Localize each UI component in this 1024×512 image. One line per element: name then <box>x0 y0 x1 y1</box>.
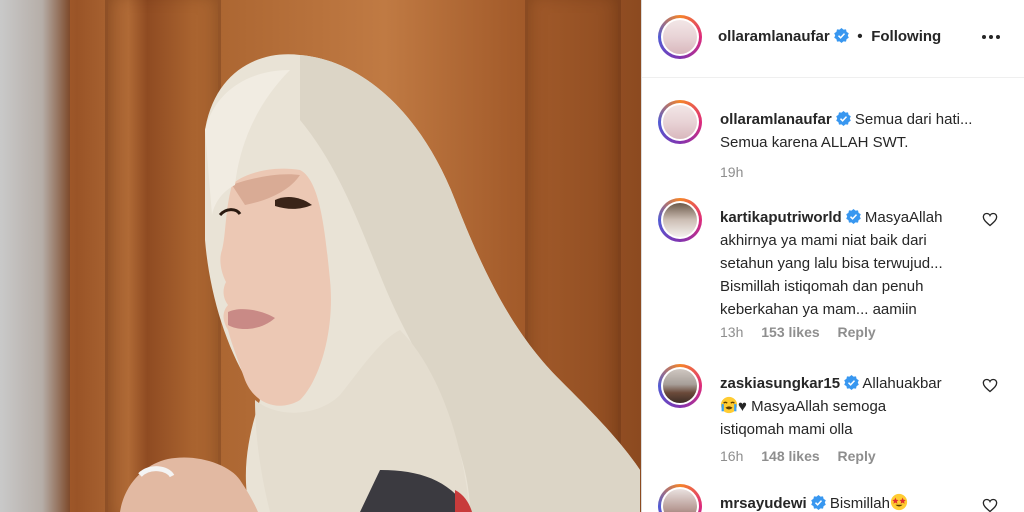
comment-line: MasyaAllah semoga <box>751 398 887 415</box>
post-header: ollaramlanaufar • Following <box>642 0 1024 78</box>
heart-outline-icon[interactable] <box>982 212 998 227</box>
comment-time[interactable]: 16h <box>720 448 743 464</box>
verified-badge-icon <box>833 28 849 43</box>
avatar[interactable] <box>658 484 702 512</box>
comment-line: Bismillah <box>829 495 890 512</box>
reply-button[interactable]: Reply <box>838 324 876 340</box>
comment-text: mrsayudewi Bismillah <box>720 492 982 512</box>
loudly-crying-face-emoji <box>720 396 738 414</box>
comment-line: akhirnya ya mami niat baik dari <box>720 232 927 249</box>
caption-meta: 19h <box>720 164 757 180</box>
caption: ollaramlanaufar Semua dari hati... Semua… <box>642 100 1024 190</box>
comment-username[interactable]: mrsayudewi <box>720 495 807 512</box>
comment-line: istiqomah mami olla <box>720 421 853 438</box>
comment-likes[interactable]: 153 likes <box>761 324 819 340</box>
caption-line-1: Semua dari hati... <box>854 111 973 128</box>
comment-line: MasyaAllah <box>864 209 943 226</box>
comment-item: zaskiasungkar15 Allahuakbar ♥ MasyaAllah… <box>642 364 1024 474</box>
portrait-illustration <box>120 54 640 512</box>
heart-outline-icon[interactable] <box>982 378 998 393</box>
verified-badge-icon <box>835 111 851 126</box>
comments-panel: ollaramlanaufar • Following ollaramlanau… <box>642 0 1024 512</box>
caption-time[interactable]: 19h <box>720 164 743 180</box>
comment-likes[interactable]: 148 likes <box>761 448 819 464</box>
reply-button[interactable]: Reply <box>838 448 876 464</box>
caption-line-2: Semua karena ALLAH SWT. <box>720 134 909 151</box>
avatar[interactable] <box>658 198 702 242</box>
comment-line: keberkahan ya mam... aamiin <box>720 301 917 318</box>
comment-time[interactable]: 13h <box>720 324 743 340</box>
avatar[interactable] <box>658 15 702 59</box>
caption-text: ollaramlanaufar Semua dari hati... Semua… <box>720 108 982 154</box>
avatar[interactable] <box>658 100 702 144</box>
heart-symbol: ♥ <box>738 398 747 415</box>
more-options-icon[interactable] <box>982 26 1012 46</box>
comment-meta: 13h 153 likes Reply <box>720 324 890 340</box>
post-photo[interactable] <box>0 0 641 512</box>
heart-outline-icon[interactable] <box>982 498 998 512</box>
avatar[interactable] <box>658 364 702 408</box>
separator-dot: • <box>857 28 863 45</box>
verified-badge-icon <box>844 375 859 390</box>
following-button[interactable]: Following <box>871 28 941 45</box>
comment-line: Bismillah istiqomah dan penuh <box>720 278 924 295</box>
comment-text: kartikaputriworld MasyaAllah akhirnya ya… <box>720 206 982 321</box>
instagram-post-view: ollaramlanaufar • Following ollaramlanau… <box>0 0 1024 512</box>
post-username[interactable]: ollaramlanaufar <box>718 28 830 45</box>
comment-username[interactable]: kartikaputriworld <box>720 209 842 226</box>
caption-username[interactable]: ollaramlanaufar <box>720 111 832 128</box>
comment-meta: 16h 148 likes Reply <box>720 448 890 464</box>
comment-line: setahun yang lalu bisa terwujud... <box>720 255 943 272</box>
comment-item: mrsayudewi Bismillah <box>642 484 1024 512</box>
verified-badge-icon <box>845 209 861 224</box>
comment-line: Allahuakbar <box>862 375 942 392</box>
comment-username[interactable]: zaskiasungkar15 <box>720 375 840 392</box>
verified-badge-icon <box>810 495 826 510</box>
star-struck-emoji <box>890 493 908 511</box>
comment-text: zaskiasungkar15 Allahuakbar ♥ MasyaAllah… <box>720 372 982 441</box>
comment-item: kartikaputriworld MasyaAllah akhirnya ya… <box>642 198 1024 348</box>
